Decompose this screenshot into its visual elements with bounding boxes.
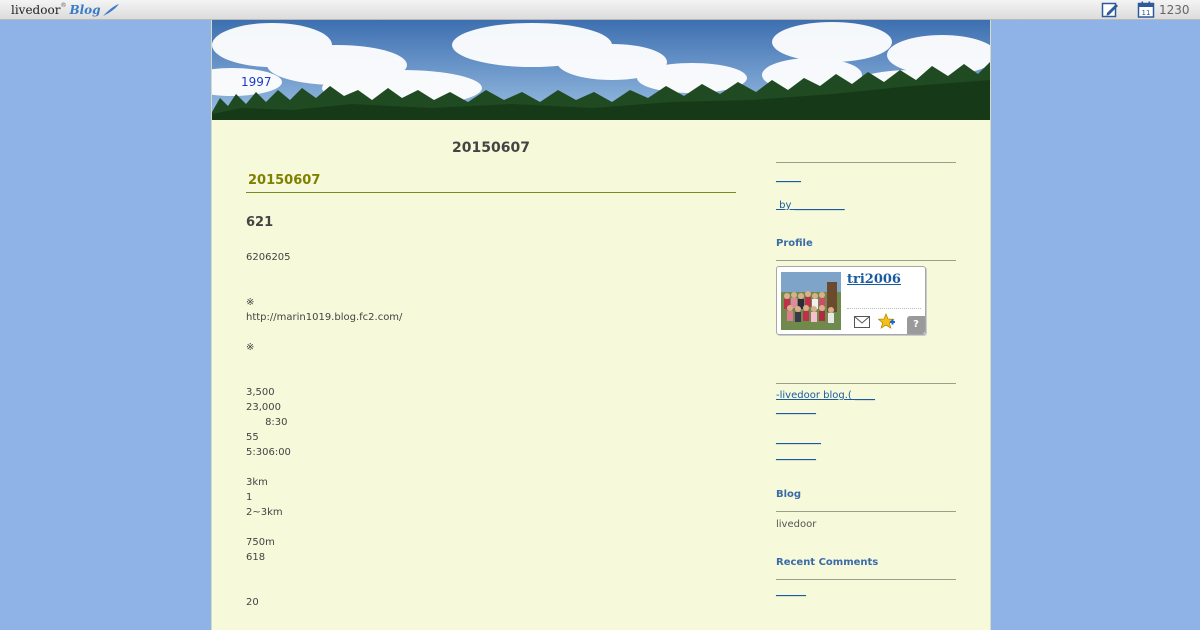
entry-text-line: 55 (246, 432, 259, 443)
entry-text-line: 5:306:00 (246, 447, 291, 458)
profile-heading: Profile (776, 238, 813, 249)
calendar-day: 11 (1142, 9, 1151, 17)
entry-text-line: 20 (246, 597, 259, 608)
sidebar-divider (776, 260, 956, 261)
help-icon[interactable]: ? (907, 316, 925, 334)
entry-text-line: ※ (246, 342, 255, 353)
star-add-icon[interactable] (878, 313, 895, 330)
sidebar-link[interactable]: _____ (776, 172, 801, 183)
blog-header-banner: 1997 (212, 20, 990, 120)
sidebar-link[interactable]: by __________ (776, 200, 844, 211)
calendar-icon[interactable]: 11 (1137, 1, 1155, 18)
entry-text-line: 3,500 (246, 387, 275, 398)
sidebar-divider (776, 579, 956, 580)
entry-text-line: 8:30 (246, 417, 288, 428)
livedoor-blog-logo[interactable]: livedoor ® Blog (11, 1, 120, 18)
entry-url-line: http://marin1019.blog.fc2.com/ (246, 312, 403, 323)
blog-page: 1997 20150607 20150607 621 6206205 ※ htt… (211, 20, 991, 630)
blog-title-link[interactable]: 1997 (241, 75, 272, 89)
entry-text-line: ※ (246, 297, 255, 308)
entry-title[interactable]: 20150607 (248, 173, 320, 188)
edit-icon[interactable] (1101, 1, 1119, 18)
profile-divider (847, 308, 921, 309)
sidebar-link[interactable]: _________ (776, 434, 821, 445)
mail-icon[interactable] (854, 316, 870, 328)
entry-text-line: 750m (246, 537, 275, 548)
brand-registered-mark: ® (60, 2, 67, 9)
sidebar-divider (776, 511, 956, 512)
livedoor-toolbar: livedoor ® Blog 11 1230 (0, 0, 1200, 20)
entry-text-line: 618 (246, 552, 266, 563)
date-heading: 20150607 (452, 140, 530, 156)
blog-heading: Blog (776, 489, 802, 500)
post-count: 1230 (1159, 3, 1190, 17)
sidebar-link[interactable]: -livedoor blog.( ____ (776, 390, 875, 401)
brand-name: livedoor (11, 2, 61, 17)
recent-comments-heading: Recent Comments (776, 557, 879, 568)
entry-subtitle: 621 (246, 215, 274, 230)
blog-text: livedoor (776, 519, 817, 530)
sidebar-divider (776, 383, 956, 384)
sidebar-divider (776, 162, 956, 163)
profile-name-link[interactable]: tri2006 (847, 272, 901, 287)
sky-forest-illustration (212, 20, 990, 120)
entry-text-line: 2~3km (246, 507, 283, 518)
quill-icon (102, 3, 119, 16)
profile-card: tri2006 ? (776, 266, 926, 335)
entry-text-line: 3km (246, 477, 268, 488)
entry-text-line: 23,000 (246, 402, 281, 413)
entry-text-line: 1 (246, 492, 253, 503)
sidebar-link[interactable]: ________ (776, 404, 816, 415)
sidebar-link[interactable]: ________ (776, 450, 816, 461)
entry-text-line: 6206205 (246, 252, 291, 263)
brand-blog: Blog (69, 2, 101, 17)
recent-comment-link[interactable]: ______ (776, 586, 806, 597)
profile-avatar[interactable] (781, 272, 841, 330)
entry-title-divider (246, 192, 736, 193)
